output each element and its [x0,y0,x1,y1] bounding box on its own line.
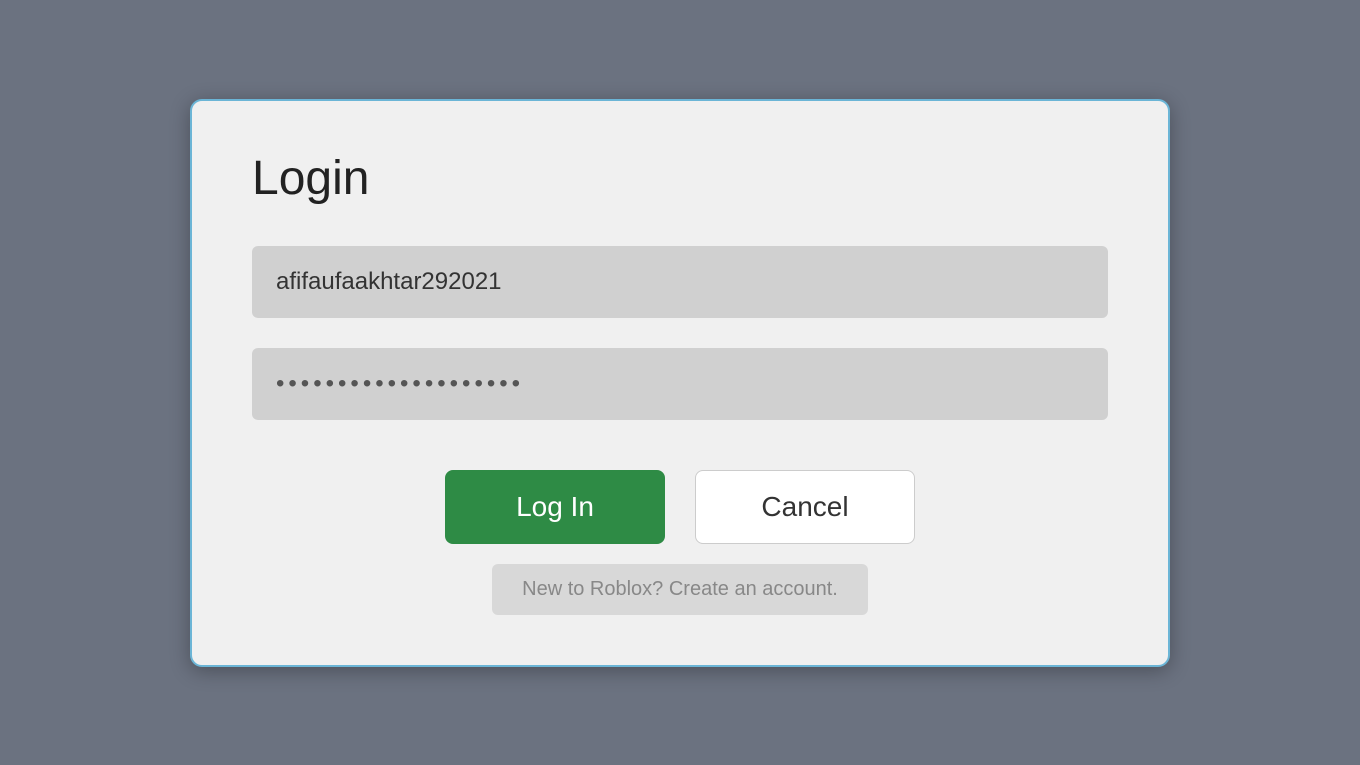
create-account-link[interactable]: New to Roblox? Create an account. [492,564,868,615]
password-input[interactable] [252,348,1108,420]
login-dialog: Login Log In Cancel New to Roblox? Creat… [190,99,1170,667]
dialog-title: Login [252,151,1108,206]
action-buttons: Log In Cancel [252,470,1108,544]
username-input[interactable] [252,246,1108,318]
login-button[interactable]: Log In [445,470,665,544]
cancel-button[interactable]: Cancel [695,470,915,544]
